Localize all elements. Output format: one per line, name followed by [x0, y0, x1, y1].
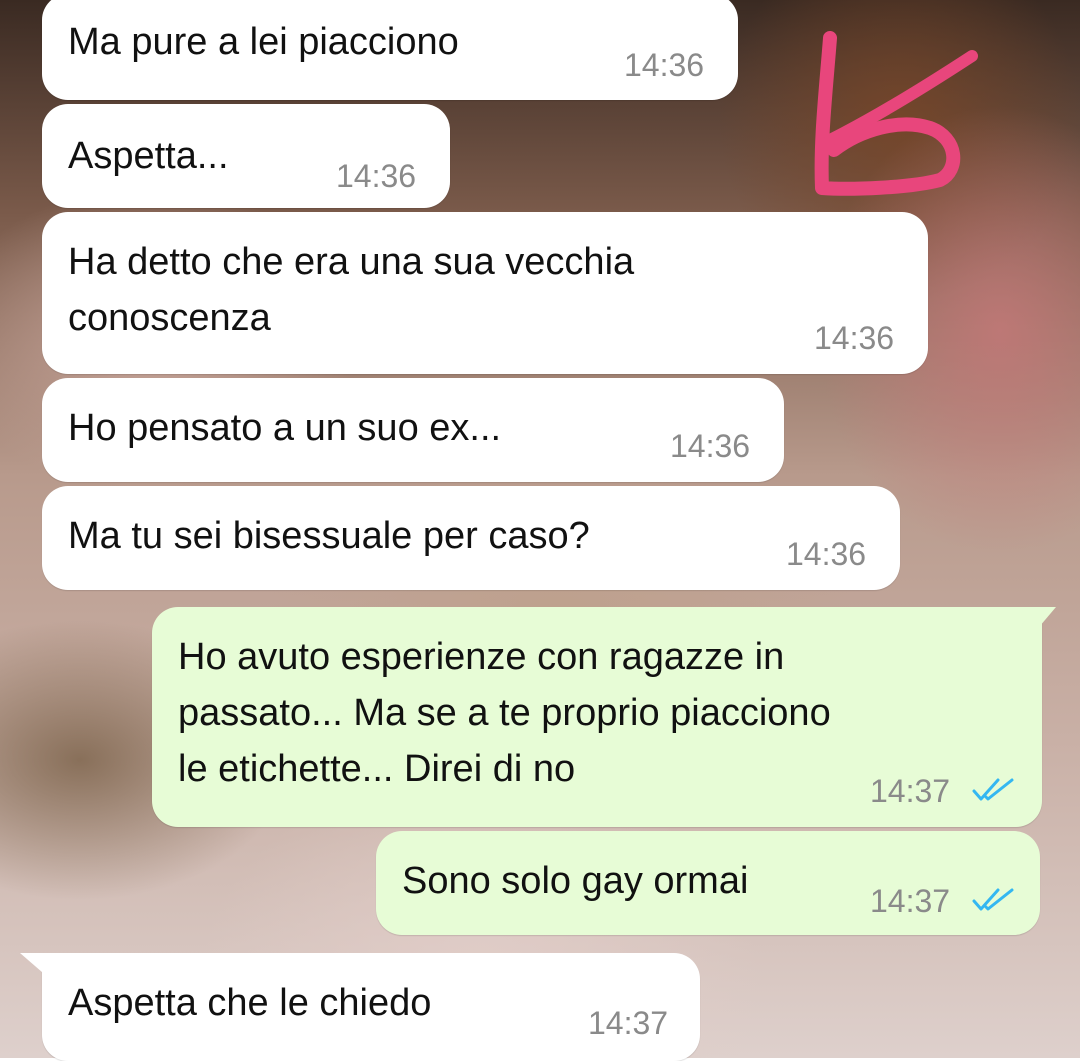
message-text: Ho pensato a un suo ex... — [68, 407, 502, 449]
bubble-tail — [20, 953, 50, 979]
message-text: Ma pure a lei piacciono — [68, 21, 459, 63]
bubble-tail — [1026, 607, 1056, 633]
message-text: Ha detto che era una sua vecchia conosce… — [68, 241, 635, 339]
message-text: Ma tu sei bisessuale per caso? — [68, 515, 590, 557]
message-bubble-incoming[interactable]: Aspetta... 14:36 — [42, 104, 450, 208]
message-timestamp: 14:36 — [624, 47, 705, 83]
message-bubble-incoming[interactable]: Ma tu sei bisessuale per caso? 14:36 — [42, 486, 900, 590]
message-timestamp: 14:36 — [336, 158, 417, 194]
double-check-icon — [972, 778, 1014, 801]
message-bubble-incoming[interactable]: Ma pure a lei piacciono 14:36 — [42, 0, 738, 100]
message-timestamp: 14:36 — [814, 320, 895, 356]
message-timestamp: 14:36 — [670, 428, 751, 464]
message-text: Sono solo gay ormai — [402, 860, 749, 902]
handwritten-annotation — [814, 31, 978, 196]
message-bubble-incoming[interactable]: Ho pensato a un suo ex... 14:36 — [42, 378, 784, 482]
message-timestamp: 14:37 — [870, 773, 951, 809]
message-bubble-incoming[interactable]: Ha detto che era una sua vecchia conosce… — [42, 212, 928, 374]
message-text: Ho avuto esperienze con ragazze in passa… — [178, 636, 831, 790]
message-timestamp: 14:37 — [870, 883, 951, 919]
double-check-icon — [972, 888, 1014, 911]
message-bubble-outgoing[interactable]: Ho avuto esperienze con ragazze in passa… — [152, 607, 1056, 827]
message-timestamp: 14:36 — [786, 536, 867, 572]
message-timestamp: 14:37 — [588, 1005, 669, 1041]
message-bubble-incoming[interactable]: Aspetta che le chiedo 14:37 — [20, 953, 700, 1061]
message-text: Aspetta che le chiedo — [68, 982, 432, 1024]
message-bubble-outgoing[interactable]: Sono solo gay ormai 14:37 — [376, 831, 1040, 935]
message-text: Aspetta... — [68, 135, 229, 177]
